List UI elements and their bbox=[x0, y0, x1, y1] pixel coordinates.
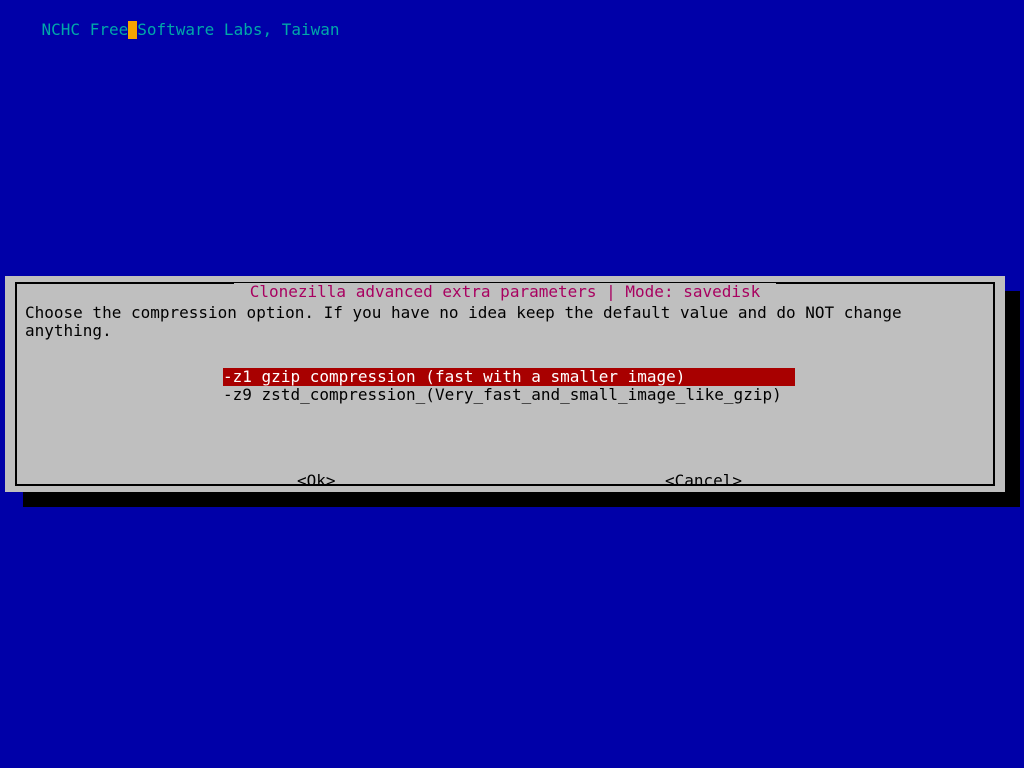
option-flag: -z1 bbox=[223, 367, 252, 386]
dialog-title: Clonezilla advanced extra parameters | M… bbox=[234, 283, 776, 301]
ok-button[interactable]: <Ok> bbox=[297, 472, 336, 490]
option-label: gzip compression (fast with a smaller im… bbox=[262, 367, 686, 386]
header-text-right: Software Labs, Taiwan bbox=[137, 20, 339, 39]
header-text-left: NCHC Free bbox=[42, 20, 129, 39]
dialog-instruction: Choose the compression option. If you ha… bbox=[25, 304, 985, 340]
compression-dialog: Clonezilla advanced extra parameters | M… bbox=[5, 276, 1005, 492]
page-header: NCHC Free Software Labs, Taiwan bbox=[3, 3, 340, 57]
cancel-button[interactable]: <Cancel> bbox=[665, 472, 742, 490]
terminal-screen: NCHC Free Software Labs, Taiwan Clonezill… bbox=[0, 0, 1024, 768]
option-flag: -z9 bbox=[223, 385, 252, 404]
option-z1-gzip[interactable]: -z1 gzip compression (fast with a smalle… bbox=[25, 368, 985, 386]
option-z9-zstd[interactable]: -z9 zstd_compression_(Very_fast_and_smal… bbox=[25, 386, 985, 404]
option-list: -z1 gzip compression (fast with a smalle… bbox=[25, 368, 985, 404]
option-label: zstd_compression_(Very_fast_and_small_im… bbox=[262, 385, 782, 404]
dialog-frame: Clonezilla advanced extra parameters | M… bbox=[15, 282, 995, 486]
terminal-cursor-icon bbox=[128, 21, 137, 39]
